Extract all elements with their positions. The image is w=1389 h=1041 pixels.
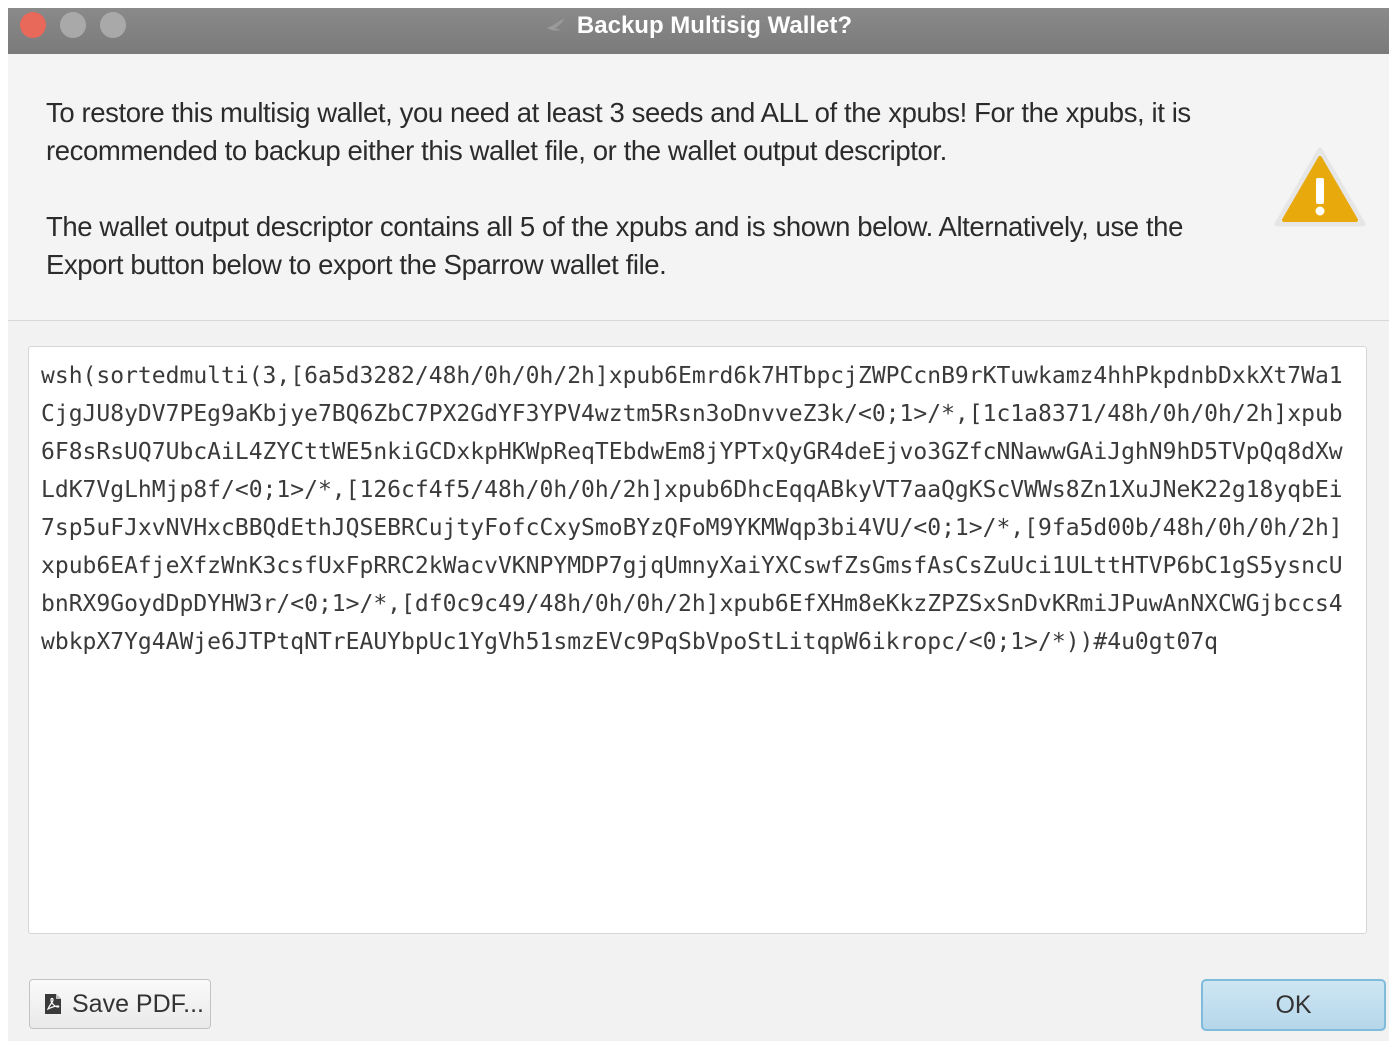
- dialog-header: To restore this multisig wallet, you nee…: [8, 54, 1389, 321]
- dialog-content: wsh(sortedmulti(3,[6a5d3282/48h/0h/0h/2h…: [8, 321, 1389, 1041]
- save-pdf-label: Save PDF...: [72, 989, 204, 1018]
- output-descriptor-textarea[interactable]: wsh(sortedmulti(3,[6a5d3282/48h/0h/0h/2h…: [28, 346, 1367, 934]
- descriptor-info-text: The wallet output descriptor contains al…: [46, 211, 1183, 280]
- ok-button[interactable]: OK: [1201, 979, 1386, 1031]
- title-group: Backup Multisig Wallet?: [8, 10, 1389, 42]
- warning-icon: [1274, 146, 1366, 228]
- dialog-window: Backup Multisig Wallet? To restore this …: [8, 8, 1389, 1041]
- sparrow-app-icon: [545, 16, 569, 36]
- pdf-icon: [44, 993, 62, 1015]
- window-title: Backup Multisig Wallet?: [576, 12, 853, 39]
- ok-label: OK: [1275, 990, 1312, 1019]
- restore-instructions-text: To restore this multisig wallet, you nee…: [46, 97, 1191, 166]
- save-pdf-button[interactable]: Save PDF...: [29, 979, 211, 1029]
- title-bar[interactable]: Backup Multisig Wallet?: [8, 8, 1389, 55]
